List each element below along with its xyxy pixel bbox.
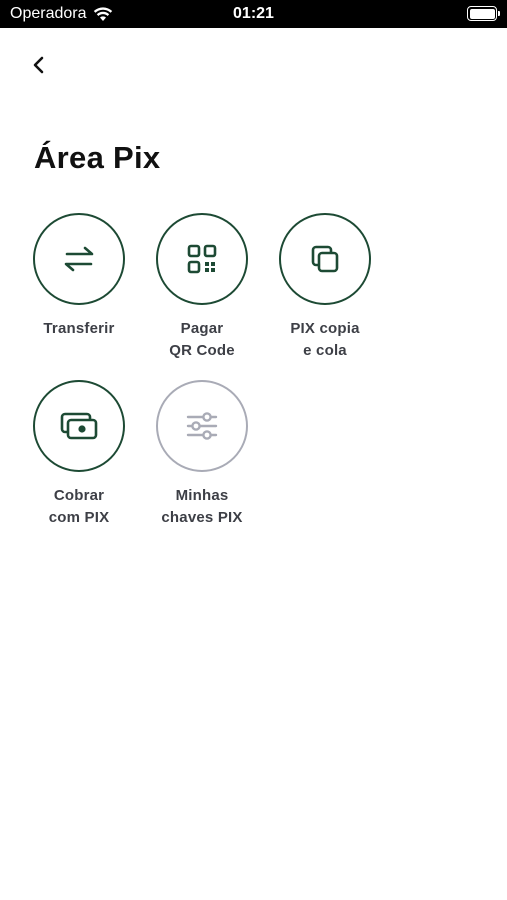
money-receive-icon bbox=[60, 412, 98, 440]
my-pix-keys-label-line2: chaves PIX bbox=[161, 509, 243, 526]
clock: 01:21 bbox=[233, 5, 274, 22]
pay-qr-code-label: Pagar QR Code bbox=[169, 318, 235, 362]
status-bar: Operadora 01:21 bbox=[0, 0, 507, 28]
pix-copy-paste-label-line2: e cola bbox=[303, 342, 347, 359]
transfer-arrows-icon bbox=[64, 246, 94, 272]
my-pix-keys-label-line1: Minhas bbox=[175, 487, 229, 504]
my-pix-keys-button[interactable]: Minhas chaves PIX bbox=[140, 380, 264, 529]
chevron-left-icon bbox=[33, 56, 44, 74]
charge-with-pix-label-line2: com PIX bbox=[48, 509, 110, 526]
pay-qr-code-button[interactable]: Pagar QR Code bbox=[140, 213, 264, 362]
my-pix-keys-label: Minhas chaves PIX bbox=[161, 485, 242, 529]
pay-qr-code-label-line2: QR Code bbox=[169, 342, 235, 359]
back-button[interactable] bbox=[26, 52, 52, 78]
battery-icon bbox=[467, 6, 500, 21]
qr-code-icon bbox=[187, 244, 217, 274]
pix-copy-paste-button[interactable]: PIX copia e cola bbox=[263, 213, 387, 362]
pix-copy-paste-label: PIX copia e cola bbox=[290, 318, 359, 362]
pix-copy-paste-label-line1: PIX copia bbox=[290, 320, 360, 337]
pix-copy-paste-circle bbox=[279, 213, 371, 305]
transfer-label-line1: Transferir bbox=[43, 320, 115, 337]
copy-icon bbox=[311, 245, 339, 273]
transfer-circle bbox=[33, 213, 125, 305]
page-title: Área Pix bbox=[34, 140, 161, 175]
transfer-button[interactable]: Transferir bbox=[17, 213, 141, 340]
charge-with-pix-label-line1: Cobrar bbox=[53, 487, 105, 504]
charge-with-pix-label: Cobrar com PIX bbox=[49, 485, 110, 529]
charge-with-pix-circle bbox=[33, 380, 125, 472]
pay-qr-code-label-line1: Pagar bbox=[180, 320, 224, 337]
pay-qr-code-circle bbox=[156, 213, 248, 305]
sliders-icon bbox=[186, 412, 218, 440]
transfer-label: Transferir bbox=[43, 318, 114, 340]
charge-with-pix-button[interactable]: Cobrar com PIX bbox=[17, 380, 141, 529]
my-pix-keys-circle bbox=[156, 380, 248, 472]
